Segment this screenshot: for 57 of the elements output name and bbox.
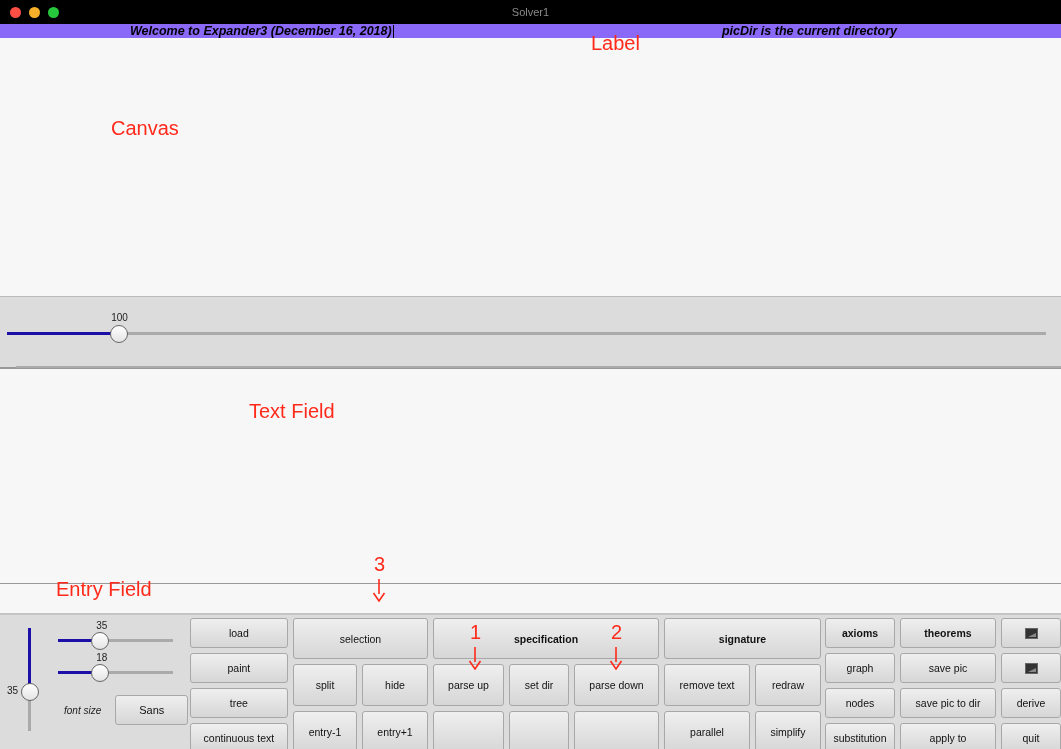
action-button[interactable]: tree — [189, 688, 288, 718]
annotation-number: 1 — [470, 622, 482, 642]
annotation-number: 3 — [374, 554, 386, 574]
slider-value: 35 — [7, 685, 19, 696]
slider-thumb[interactable] — [21, 682, 39, 701]
slider-value: 100 — [111, 312, 128, 324]
action-button[interactable]: paint — [189, 653, 288, 683]
directory-label: picDir is the current directory — [721, 24, 897, 38]
minimize-button[interactable] — [29, 7, 40, 18]
action-button[interactable]: load — [189, 618, 288, 648]
action-button[interactable]: simplify — [755, 711, 821, 749]
action-button[interactable]: split — [293, 664, 357, 706]
action-button[interactable]: axioms — [825, 618, 895, 648]
action-button[interactable]: derive — [1001, 688, 1061, 718]
annotation-label: Text Field — [249, 401, 335, 421]
image-button[interactable] — [1001, 653, 1061, 683]
action-button[interactable]: selection — [293, 618, 428, 659]
image-button[interactable] — [1001, 618, 1061, 648]
action-button[interactable]: remove text — [664, 664, 750, 706]
action-button[interactable]: nodes — [825, 688, 895, 718]
slider-thumb[interactable] — [90, 632, 109, 650]
action-button[interactable]: parse up — [433, 664, 504, 706]
welcome-label: Welcome to Expander3 (December 16, 2018) — [130, 24, 392, 38]
action-button[interactable]: parse down — [574, 664, 659, 706]
action-button[interactable]: save pic to dir — [900, 688, 996, 718]
action-button[interactable]: signature — [664, 618, 821, 659]
slider-value: 18 — [96, 652, 108, 664]
action-button[interactable]: substitution — [825, 723, 895, 749]
action-button[interactable]: theorems — [900, 618, 996, 648]
action-button[interactable]: quit — [1001, 723, 1061, 749]
down-arrow-icon — [372, 578, 386, 602]
action-button[interactable]: apply to — [900, 723, 996, 749]
action-button[interactable]: redraw — [755, 664, 821, 706]
font-button[interactable]: Sans — [115, 695, 189, 725]
action-button[interactable]: hide — [362, 664, 428, 706]
slider-thumb[interactable] — [90, 664, 109, 682]
slider-value: 35 — [96, 620, 108, 632]
close-button[interactable] — [10, 7, 21, 18]
action-button[interactable]: entry+1 — [362, 711, 428, 749]
action-button[interactable]: entry-1 — [293, 711, 357, 749]
picture-icon — [1024, 627, 1038, 639]
slider-thumb[interactable] — [110, 325, 128, 343]
action-button[interactable]: save pic — [900, 653, 996, 683]
font-size-label: font size — [64, 704, 102, 716]
down-arrow-icon — [609, 646, 623, 670]
action-button[interactable]: graph — [825, 653, 895, 683]
action-button[interactable]: parallel — [664, 711, 750, 749]
zoom-button[interactable] — [48, 7, 59, 18]
annotation-label: Entry Field — [56, 579, 152, 599]
action-button[interactable]: set dir — [509, 664, 569, 706]
action-button[interactable]: continuous text — [189, 723, 288, 749]
picture-icon — [1024, 662, 1038, 674]
window-title: Solver1 — [511, 6, 550, 18]
annotation-label: Canvas — [111, 118, 179, 138]
down-arrow-icon — [468, 646, 482, 670]
annotation-label: Label — [591, 33, 640, 53]
annotation-number: 2 — [611, 622, 623, 642]
